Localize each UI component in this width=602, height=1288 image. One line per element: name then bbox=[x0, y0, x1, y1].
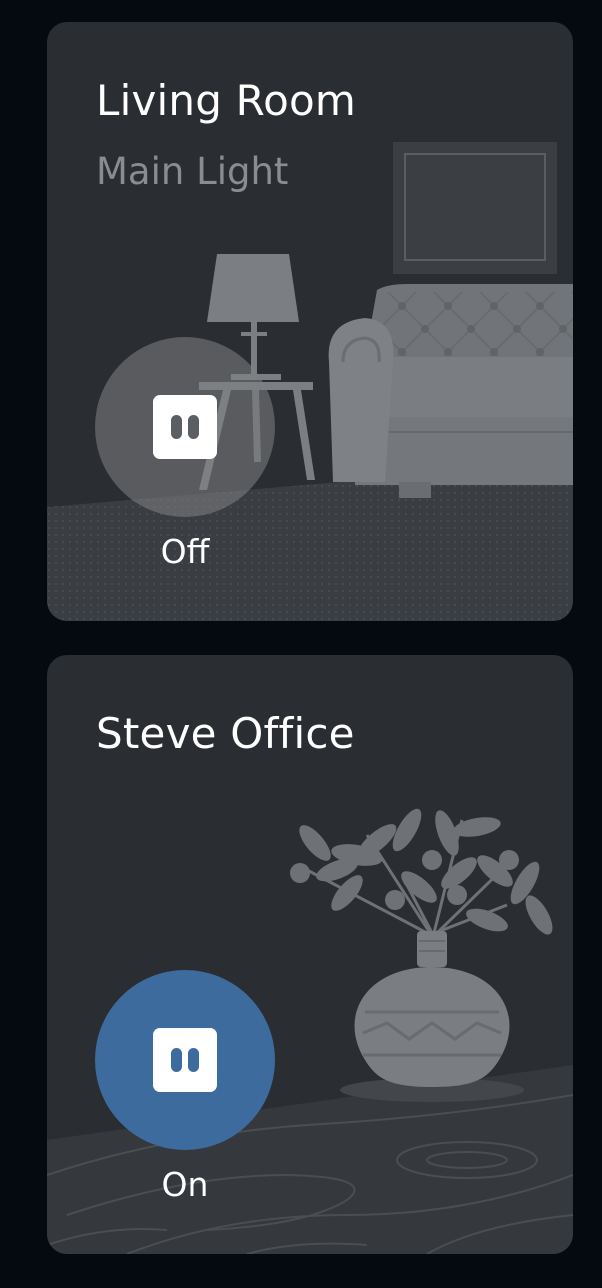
device-subtitle: Main Light bbox=[96, 150, 289, 193]
device-state-label: On bbox=[161, 1165, 209, 1204]
device-name: Living Room bbox=[96, 76, 357, 125]
smart-plug-icon bbox=[153, 1028, 217, 1092]
device-card-living-room[interactable]: Living Room Main Light Off bbox=[47, 22, 573, 621]
device-state-label: Off bbox=[160, 532, 210, 571]
power-toggle-button[interactable] bbox=[95, 970, 275, 1150]
power-toggle-button[interactable] bbox=[95, 337, 275, 517]
device-card-steve-office[interactable]: Steve Office On bbox=[47, 655, 573, 1254]
smart-plug-icon bbox=[153, 395, 217, 459]
device-name: Steve Office bbox=[96, 709, 355, 758]
